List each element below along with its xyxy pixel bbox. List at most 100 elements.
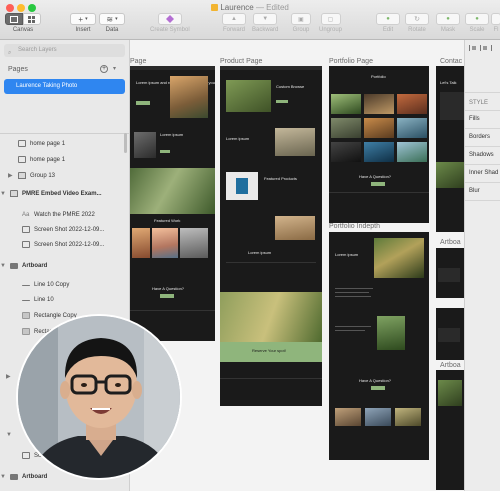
canvas-view-icon[interactable] (5, 13, 23, 25)
layer-item[interactable]: ▼ PMRE Embed Video Exam... (0, 186, 124, 202)
data-toolbar-item[interactable]: ≋ ▾ Data (99, 13, 125, 33)
artboard-label[interactable]: Portfolio Page (329, 58, 373, 65)
related-image (335, 408, 361, 426)
mask-icon[interactable]: ● (436, 13, 460, 25)
forward-icon[interactable]: ▲ (222, 13, 246, 25)
folder-icon (18, 172, 26, 179)
mask-toolbar-item[interactable]: ● Mask (436, 13, 460, 33)
chevron-down-icon[interactable]: ▾ (113, 65, 116, 72)
layer-item[interactable]: Line 10 (0, 292, 124, 308)
artboard-home-page[interactable]: Lorem ipsum and reliable to bespoke for … (130, 66, 215, 341)
group-toolbar-item[interactable]: ▣ Group (291, 13, 311, 33)
page-item-selected[interactable]: Laurence Taking Photo (4, 79, 125, 94)
toolbar: Laurence — Edited Canvas + ▾ Insert ≋ ▾ … (0, 0, 500, 40)
question-button (371, 182, 385, 186)
window-title: Laurence (220, 3, 254, 12)
chevron-down-icon[interactable]: ▼ (0, 469, 6, 485)
layer-item[interactable]: Screen Shot 2022-12-09... (0, 237, 124, 253)
data-label: Data (105, 27, 119, 33)
fills-section[interactable]: Fills (469, 116, 480, 122)
insert-toolbar-item[interactable]: + ▾ Insert (70, 13, 96, 33)
artboard-label[interactable]: Product Page (220, 58, 262, 65)
shadows-section[interactable]: Shadows (469, 152, 494, 158)
layer-item[interactable]: Screen Shot 2022-12-09... (0, 222, 124, 238)
layers-scrollbar[interactable] (124, 133, 127, 153)
artboard-small[interactable] (436, 370, 464, 490)
scale-icon[interactable]: ● (465, 13, 489, 25)
window-title-bar: Laurence — Edited (0, 3, 500, 12)
chevron-right-icon[interactable]: ▶ (6, 373, 11, 380)
indepth-hero-image (374, 238, 424, 278)
borders-section[interactable]: Borders (469, 134, 490, 140)
chevron-right-icon[interactable]: ▶ (8, 168, 13, 184)
artboard-label[interactable]: Portfolio Indepth (329, 223, 380, 230)
group-icon[interactable]: ▣ (291, 13, 311, 25)
ungroup-icon[interactable]: ▢ (320, 13, 341, 25)
artboard-product-page[interactable]: Custom Browse Lorem ipsum Featured Produ… (220, 66, 322, 406)
create-symbol-label: Create Symbol (150, 27, 190, 33)
artboard-portfolio-indepth[interactable]: Lorem ipsum Have A Question? (329, 232, 429, 460)
artboard-small[interactable] (436, 248, 464, 298)
scale-toolbar-item[interactable]: ● Scale (465, 13, 489, 33)
text-line (335, 288, 373, 289)
ungroup-toolbar-item[interactable]: ▢ Ungroup (319, 13, 342, 33)
mask-label: Mask (440, 27, 456, 33)
image-icon (18, 156, 26, 163)
backward-toolbar-item[interactable]: ▼ Backward (252, 13, 278, 33)
backward-icon[interactable]: ▼ (253, 13, 278, 25)
edit-icon[interactable]: ● (376, 13, 400, 25)
canvas-toolbar-item[interactable]: Canvas (5, 13, 41, 33)
chevron-down-icon[interactable]: ▼ (6, 432, 12, 438)
artboard-label[interactable]: Artboa (440, 239, 461, 246)
design-canvas[interactable]: Page Product Page Portfolio Page Contac … (130, 40, 464, 491)
layer-item[interactable]: ▼ Artboard (0, 258, 124, 274)
create-symbol-toolbar-item[interactable]: Create Symbol (150, 13, 190, 33)
reserve-heading: Reserve Your spot! (252, 348, 286, 353)
inspector-divider (465, 110, 500, 111)
artboard-label[interactable]: Artboa (440, 362, 461, 369)
layer-item[interactable]: Aa Watch the PMRE 2022 (0, 207, 124, 223)
rotate-icon[interactable]: ↻ (405, 13, 429, 25)
grid-view-icon[interactable] (23, 13, 41, 25)
data-stack-icon[interactable]: ≋ ▾ (99, 13, 125, 25)
insert-plus-icon[interactable]: + ▾ (70, 13, 96, 25)
artboard-small[interactable] (436, 308, 464, 360)
question-button (160, 294, 174, 298)
card (438, 328, 460, 342)
layer-name: Watch the PMRE 2022 (34, 212, 95, 218)
hero-image (170, 76, 208, 118)
text-line (335, 330, 365, 331)
edit-toolbar-item[interactable]: ● Edit (376, 13, 400, 33)
product-text: Lorem ipsum (248, 250, 272, 255)
chevron-down-icon[interactable]: ▼ (0, 186, 6, 202)
photo-image (134, 132, 156, 158)
rotate-toolbar-item[interactable]: ↻ Rotate (405, 13, 429, 33)
image-icon (18, 140, 26, 147)
forward-toolbar-item[interactable]: ▲ Forward (222, 13, 246, 33)
inspector-divider (465, 92, 500, 93)
add-page-icon[interactable]: + (100, 65, 108, 73)
layer-item[interactable]: home page 1 (0, 136, 124, 152)
layer-item[interactable]: home page 1 (0, 152, 124, 168)
flatten-icon[interactable] (491, 13, 500, 25)
align-icons[interactable] (469, 44, 497, 54)
create-symbol-icon[interactable] (157, 13, 182, 25)
divider (226, 262, 316, 263)
banner-image (130, 168, 215, 214)
chevron-down-icon[interactable]: ▼ (0, 258, 6, 274)
layer-item[interactable]: ▶ Group 13 (0, 168, 124, 184)
layer-name: PMRE Embed Video Exam... (22, 191, 102, 197)
scale-label: Scale (469, 27, 485, 33)
artboard-label[interactable]: Page (130, 58, 146, 65)
inner-shadows-section[interactable]: Inner Shad (469, 170, 498, 176)
blur-section[interactable]: Blur (469, 188, 480, 194)
artboard-portfolio-page[interactable]: Portfolio Have A Question? (329, 66, 429, 223)
artboard-label[interactable]: Contac (440, 58, 462, 65)
featured-products-heading: Featured Products (264, 176, 297, 181)
flatten-toolbar-item[interactable]: Fl (491, 13, 500, 33)
artboard-contact[interactable]: Let's Talk (436, 66, 464, 232)
search-icon: ⌕ (8, 50, 12, 56)
group-label: Group (292, 27, 310, 33)
search-layers-input[interactable]: ⌕ Search Layers (4, 44, 125, 57)
layer-item[interactable]: Line 10 Copy (0, 277, 124, 293)
